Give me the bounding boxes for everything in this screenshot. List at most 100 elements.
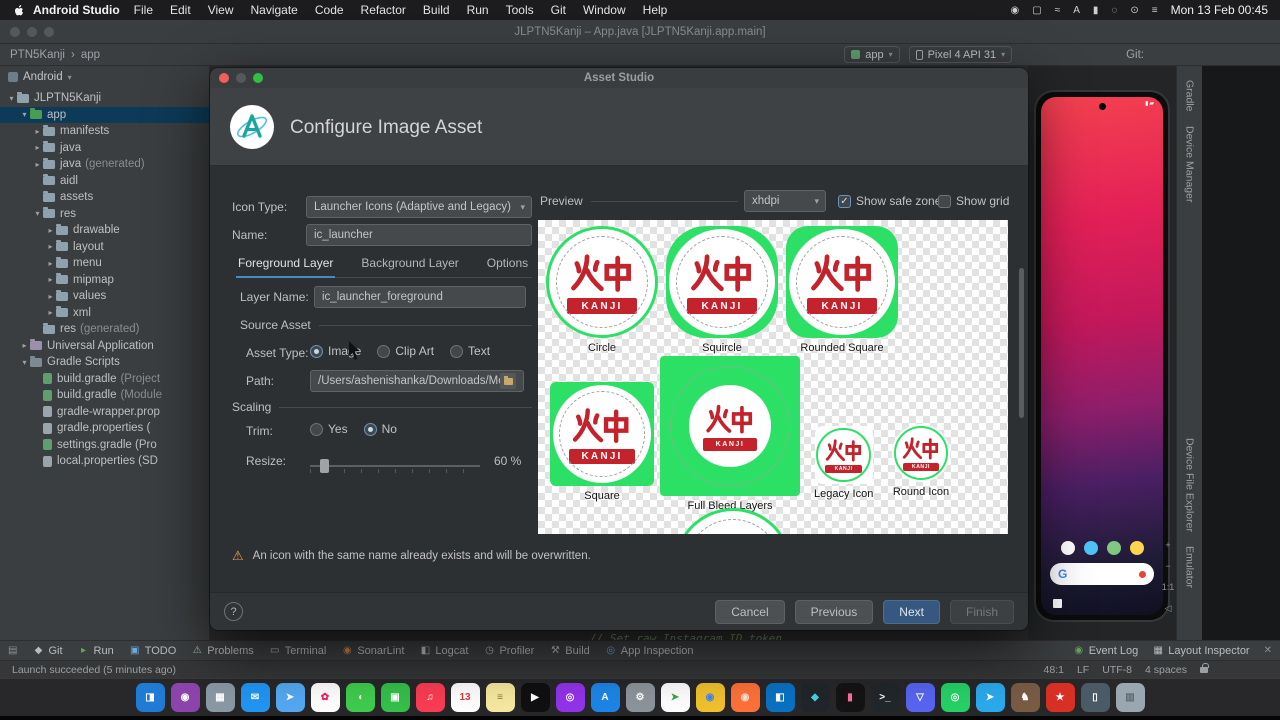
dock-icon[interactable]: ◎ bbox=[555, 683, 585, 712]
show-safe-zone-checkbox[interactable]: Show safe zone bbox=[838, 194, 941, 208]
tree-expand-arrow-icon[interactable]: ▸ bbox=[32, 160, 43, 169]
project-tree-item[interactable]: ▸ Universal Application bbox=[0, 338, 209, 355]
tool-window-button[interactable]: ◉ SonarLint bbox=[341, 645, 404, 657]
menu-item[interactable]: Help bbox=[643, 3, 668, 17]
dock-icon[interactable]: ➤ bbox=[660, 683, 690, 712]
dock-icon[interactable]: ♞ bbox=[1010, 683, 1040, 712]
menu-item[interactable]: Window bbox=[583, 3, 626, 17]
lock-icon[interactable] bbox=[1200, 662, 1209, 673]
layer-name-input[interactable]: ic_launcher_foreground bbox=[314, 286, 526, 308]
dock-icon[interactable]: ✉ bbox=[240, 683, 270, 712]
tool-window-button[interactable]: ◧ Logcat bbox=[419, 645, 469, 657]
radio-option[interactable]: Yes bbox=[310, 422, 348, 436]
phone-app-icon[interactable] bbox=[1106, 541, 1121, 555]
tool-window-button[interactable]: ▣ TODO bbox=[129, 645, 176, 657]
dock-icon[interactable]: ⚙ bbox=[625, 683, 655, 712]
tree-expand-arrow-icon[interactable]: ▸ bbox=[45, 308, 56, 317]
dock-icon[interactable]: ◨ bbox=[135, 683, 165, 712]
device-chip[interactable]: Pixel 4 API 31 ▾ bbox=[908, 46, 1013, 63]
emulator-zoom-control[interactable]: + bbox=[1165, 540, 1170, 550]
radio-option[interactable]: Text bbox=[450, 344, 490, 358]
help-button[interactable]: ? bbox=[224, 602, 243, 621]
menu-item[interactable]: Refactor bbox=[361, 3, 406, 17]
menu-item[interactable]: File bbox=[134, 3, 153, 17]
project-tree-item[interactable]: ▸ manifests bbox=[0, 123, 209, 140]
project-tree-item[interactable]: ▸ java bbox=[0, 140, 209, 157]
tree-expand-arrow-icon[interactable]: ▾ bbox=[19, 110, 30, 119]
tool-window-button[interactable]: ▸ Run bbox=[78, 645, 114, 657]
project-tree-item[interactable]: ▾ JLPTN5Kanji bbox=[0, 90, 209, 107]
project-tree-item[interactable]: ▾ res bbox=[0, 206, 209, 223]
dock-icon[interactable]: ◉ bbox=[170, 683, 200, 712]
zoom-button[interactable] bbox=[253, 73, 263, 83]
dock-icon[interactable]: ▣ bbox=[380, 683, 410, 712]
tool-window-button[interactable]: ◎ App Inspection bbox=[605, 645, 693, 657]
emulator-screen[interactable]: ▮▰ G bbox=[1041, 97, 1163, 615]
dock-icon[interactable]: ◆ bbox=[800, 683, 830, 712]
dock-icon[interactable]: ▯ bbox=[1080, 683, 1110, 712]
dock-icon[interactable]: ➤ bbox=[975, 683, 1005, 712]
menu-item[interactable]: Edit bbox=[170, 3, 191, 17]
project-tree-item[interactable]: ▸ xml bbox=[0, 305, 209, 322]
dock-icon[interactable]: ◎ bbox=[940, 683, 970, 712]
breadcrumb-current[interactable]: app bbox=[81, 49, 100, 61]
resize-slider[interactable] bbox=[310, 458, 480, 474]
dock-icon[interactable]: ★ bbox=[1045, 683, 1075, 712]
menu-item[interactable]: Build bbox=[423, 3, 450, 17]
menu-item[interactable]: Navigate bbox=[250, 3, 297, 17]
emulator-zoom-control[interactable]: − bbox=[1165, 561, 1170, 571]
tree-expand-arrow-icon[interactable]: ▾ bbox=[6, 94, 17, 103]
project-tree-item[interactable]: res (generated) bbox=[0, 321, 209, 338]
project-tree-item[interactable]: settings.gradle (Pro bbox=[0, 437, 209, 454]
tree-expand-arrow-icon[interactable]: ▸ bbox=[45, 259, 56, 268]
project-tree-item[interactable]: ▸ mipmap bbox=[0, 272, 209, 289]
menubar-status-icon[interactable]: ◌ bbox=[1111, 5, 1117, 16]
menu-item[interactable]: Git bbox=[551, 3, 566, 17]
tool-window-tab[interactable]: Device Manager bbox=[1184, 126, 1196, 202]
project-tree-item[interactable]: ▸ values bbox=[0, 288, 209, 305]
project-tree-item[interactable]: ▸ layout bbox=[0, 239, 209, 256]
path-input[interactable]: /Users/ashenishanka/Downloads/Moc bbox=[310, 370, 524, 392]
tool-window-tab[interactable]: Emulator bbox=[1184, 546, 1196, 588]
dock-icon[interactable]: A bbox=[590, 683, 620, 712]
screenshot-button[interactable] bbox=[1053, 599, 1062, 608]
project-tree-item[interactable]: build.gradle (Project bbox=[0, 371, 209, 388]
dock-icon[interactable]: 13 bbox=[450, 683, 480, 712]
breadcrumb-root[interactable]: PTN5Kanji bbox=[10, 49, 65, 61]
tree-expand-arrow-icon[interactable]: ▾ bbox=[32, 209, 43, 218]
menubar-clock[interactable]: Mon 13 Feb 00:45 bbox=[1171, 3, 1268, 17]
density-dropdown[interactable]: xhdpi bbox=[744, 190, 826, 212]
tree-expand-arrow-icon[interactable]: ▸ bbox=[45, 242, 56, 251]
dock-icon[interactable]: ◉ bbox=[730, 683, 760, 712]
dock-icon[interactable]: >_ bbox=[870, 683, 900, 712]
google-search-bar[interactable]: G bbox=[1050, 563, 1154, 585]
dock-icon[interactable]: ♫ bbox=[415, 683, 445, 712]
dialog-tab[interactable]: Background Layer bbox=[359, 254, 460, 277]
previous-button[interactable]: Previous bbox=[794, 599, 874, 624]
icon-type-dropdown[interactable]: Launcher Icons (Adaptive and Legacy) bbox=[306, 196, 532, 218]
apple-logo-icon[interactable] bbox=[12, 4, 25, 17]
project-tree-item[interactable]: ▸ java (generated) bbox=[0, 156, 209, 173]
project-tree-item[interactable]: assets bbox=[0, 189, 209, 206]
menu-item[interactable]: Tools bbox=[506, 3, 534, 17]
tool-window-button[interactable]: ◉ Event Log bbox=[1073, 645, 1138, 657]
tree-expand-arrow-icon[interactable]: ▸ bbox=[32, 143, 43, 152]
dock-icon[interactable]: ◉ bbox=[695, 683, 725, 712]
project-view-selector[interactable]: Android ▾ bbox=[0, 66, 209, 88]
phone-app-icon[interactable] bbox=[1060, 541, 1075, 555]
file-encoding[interactable]: UTF-8 bbox=[1102, 664, 1132, 676]
project-tree-item[interactable]: ▸ menu bbox=[0, 255, 209, 272]
tool-window-tab[interactable]: Gradle bbox=[1184, 80, 1196, 112]
dialog-tab[interactable]: Options bbox=[485, 254, 530, 277]
tree-expand-arrow-icon[interactable]: ▸ bbox=[45, 275, 56, 284]
dialog-tab[interactable]: Foreground Layer bbox=[236, 254, 336, 278]
close-button[interactable] bbox=[10, 27, 20, 37]
menubar-status-icon[interactable]: ▮ bbox=[1093, 5, 1099, 16]
tool-window-button[interactable]: ⚠ Problems bbox=[191, 645, 254, 657]
dock-icon[interactable]: ➤ bbox=[275, 683, 305, 712]
browse-folder-button[interactable] bbox=[500, 373, 516, 389]
dock-icon[interactable]: ▥ bbox=[1115, 683, 1145, 712]
tree-expand-arrow-icon[interactable]: ▸ bbox=[45, 292, 56, 301]
scrollbar[interactable] bbox=[1019, 268, 1024, 418]
menu-item[interactable]: Run bbox=[467, 3, 489, 17]
